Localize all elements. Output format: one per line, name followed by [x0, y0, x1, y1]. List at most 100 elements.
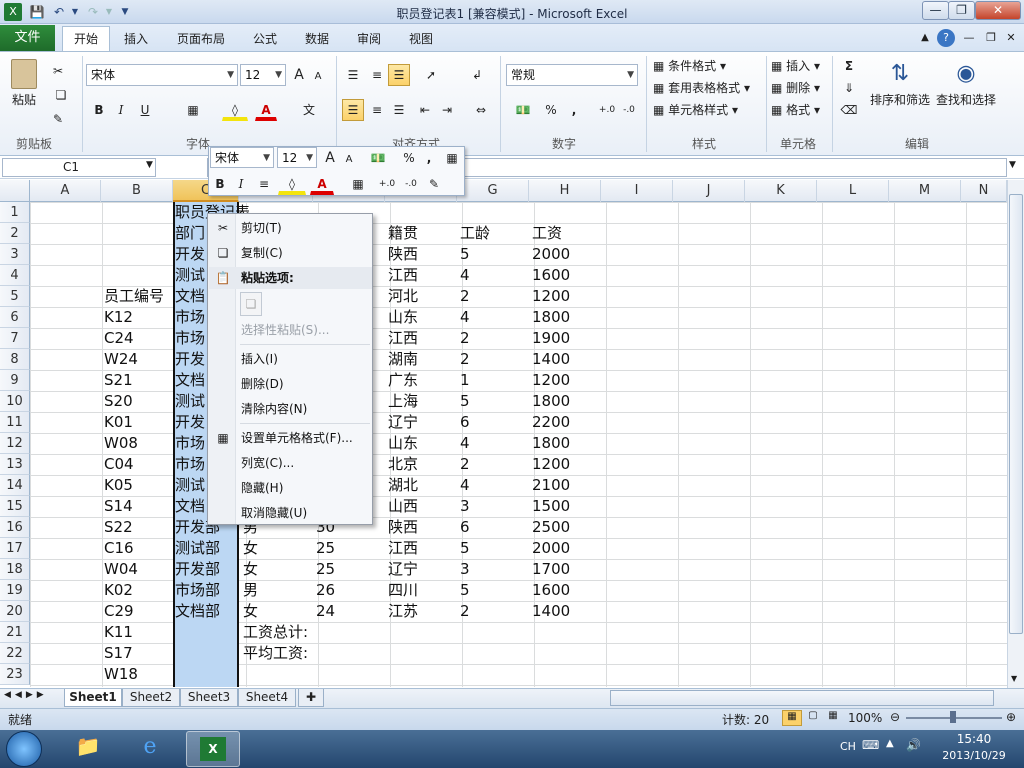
percent-button[interactable]: %	[542, 99, 560, 121]
italic-button[interactable]: I	[112, 99, 130, 121]
font-size-combo[interactable]: 12 ▼	[240, 64, 286, 86]
row-header-21[interactable]: 21	[0, 622, 30, 643]
cell-F16[interactable]: 陕西	[388, 517, 418, 538]
cell-H6[interactable]: 1800	[532, 307, 570, 328]
cell-B9[interactable]: S21	[104, 370, 133, 391]
cell-C19[interactable]: 市场部	[175, 580, 220, 601]
row-header-5[interactable]: 5	[0, 286, 30, 307]
cell-D22[interactable]: 平均工资:	[243, 643, 308, 664]
row-header-6[interactable]: 6	[0, 307, 30, 328]
cell-G20[interactable]: 2	[460, 601, 470, 622]
column-header-L[interactable]: L	[817, 180, 889, 202]
minimize-ribbon-icon[interactable]: ▲	[916, 29, 934, 47]
cell-G9[interactable]: 1	[460, 370, 470, 391]
explorer-icon[interactable]: 📁	[66, 734, 110, 766]
align-middle-icon[interactable]: ≡	[366, 64, 388, 86]
cell-F11[interactable]: 辽宁	[388, 412, 418, 433]
new-sheet-icon[interactable]: ✚	[298, 689, 324, 707]
cell-G11[interactable]: 6	[460, 412, 470, 433]
row-header-12[interactable]: 12	[0, 433, 30, 454]
mini-size-combo[interactable]: 12 ▼	[277, 147, 317, 168]
cell-H3[interactable]: 2000	[532, 244, 570, 265]
tab-formulas[interactable]: 公式	[247, 29, 283, 51]
cell-C12[interactable]: 市场	[175, 433, 205, 454]
insert-cells-button[interactable]: ▦ 插入 ▾	[770, 55, 828, 77]
cell-F7[interactable]: 江西	[388, 328, 418, 349]
cell-C14[interactable]: 测试	[175, 475, 205, 496]
cell-H8[interactable]: 1400	[532, 349, 570, 370]
bold-button[interactable]: B	[90, 99, 108, 121]
cell-H15[interactable]: 1500	[532, 496, 570, 517]
align-right-icon[interactable]: ☰	[388, 99, 410, 121]
column-header-G[interactable]: G	[457, 180, 529, 202]
cell-D21[interactable]: 工资总计:	[243, 622, 308, 643]
cell-F8[interactable]: 湖南	[388, 349, 418, 370]
cell-F19[interactable]: 四川	[388, 580, 418, 601]
zoom-out-icon[interactable]: ⊖	[890, 710, 900, 724]
cell-styles-button[interactable]: ▦ 单元格样式 ▾	[652, 99, 764, 121]
menu-unhide[interactable]: 取消隐藏(U)	[241, 502, 369, 524]
cell-B13[interactable]: C04	[104, 454, 134, 475]
paste-button[interactable]: 粘贴	[6, 56, 42, 116]
cell-B5[interactable]: 员工编号	[104, 286, 164, 307]
cell-G19[interactable]: 5	[460, 580, 470, 601]
sheet-tab-4[interactable]: Sheet4	[238, 689, 296, 707]
cell-G6[interactable]: 4	[460, 307, 470, 328]
sort-filter-button[interactable]: ⇅ 排序和筛选	[868, 56, 932, 120]
zoom-level[interactable]: 100%	[848, 711, 882, 725]
column-header-M[interactable]: M	[889, 180, 961, 202]
row-header-22[interactable]: 22	[0, 643, 30, 664]
cell-C7[interactable]: 市场	[175, 328, 205, 349]
mini-increase-decimal-icon[interactable]: +.0	[376, 173, 398, 195]
cell-E19[interactable]: 26	[316, 580, 335, 601]
close-button[interactable]: ✕	[975, 1, 1021, 20]
paste-option-icon[interactable]: ❏	[240, 292, 262, 316]
cell-G12[interactable]: 4	[460, 433, 470, 454]
align-bottom-icon[interactable]: ☰	[388, 64, 410, 86]
cell-C9[interactable]: 文档	[175, 370, 205, 391]
copy-icon[interactable]: ❏	[48, 84, 74, 106]
cell-C13[interactable]: 市场	[175, 454, 205, 475]
normal-view-icon[interactable]: ▦	[782, 710, 802, 726]
cell-F12[interactable]: 山东	[388, 433, 418, 454]
restore-button[interactable]: ❐	[948, 1, 975, 20]
menu-hide[interactable]: 隐藏(H)	[241, 477, 369, 499]
menu-delete[interactable]: 删除(D)	[241, 373, 369, 395]
fill-icon[interactable]: ⇓	[838, 77, 860, 99]
menu-clear-contents[interactable]: 清除内容(N)	[241, 398, 369, 420]
row-header-7[interactable]: 7	[0, 328, 30, 349]
cell-F15[interactable]: 山西	[388, 496, 418, 517]
cell-F14[interactable]: 湖北	[388, 475, 418, 496]
column-header-K[interactable]: K	[745, 180, 817, 202]
tab-review[interactable]: 审阅	[351, 29, 387, 51]
mini-format-painter-icon[interactable]: ✎	[424, 173, 444, 195]
font-name-combo[interactable]: 宋体 ▼	[86, 64, 238, 86]
find-select-button[interactable]: ◉ 查找和选择	[934, 56, 998, 120]
cell-B15[interactable]: S14	[104, 496, 133, 517]
cell-H17[interactable]: 2000	[532, 538, 570, 559]
vertical-scrollbar[interactable]: ▼	[1007, 180, 1024, 689]
ie-icon[interactable]: e	[128, 734, 172, 766]
font-color-button[interactable]: A	[255, 99, 277, 121]
format-painter-icon[interactable]: ✎	[48, 108, 68, 130]
column-header-B[interactable]: B	[101, 180, 173, 202]
cell-G18[interactable]: 3	[460, 559, 470, 580]
row-header-16[interactable]: 16	[0, 517, 30, 538]
comma-button[interactable]: ,	[566, 99, 582, 121]
cell-B20[interactable]: C29	[104, 601, 134, 622]
zoom-in-icon[interactable]: ⊕	[1006, 710, 1016, 724]
scroll-thumb[interactable]	[1009, 194, 1023, 634]
clear-icon[interactable]: ⌫	[838, 99, 860, 121]
zoom-slider-thumb[interactable]	[950, 711, 956, 723]
cell-B17[interactable]: C16	[104, 538, 134, 559]
cell-B6[interactable]: K12	[104, 307, 133, 328]
align-top-icon[interactable]: ☰	[342, 64, 364, 86]
mini-italic-button[interactable]: I	[232, 173, 250, 195]
expand-formula-icon[interactable]: ▼	[1009, 160, 1016, 170]
cell-H10[interactable]: 1800	[532, 391, 570, 412]
cell-H20[interactable]: 1400	[532, 601, 570, 622]
cell-H4[interactable]: 1600	[532, 265, 570, 286]
row-header-9[interactable]: 9	[0, 370, 30, 391]
keyboard-icon[interactable]: ⌨	[862, 738, 879, 752]
column-header-J[interactable]: J	[673, 180, 745, 202]
